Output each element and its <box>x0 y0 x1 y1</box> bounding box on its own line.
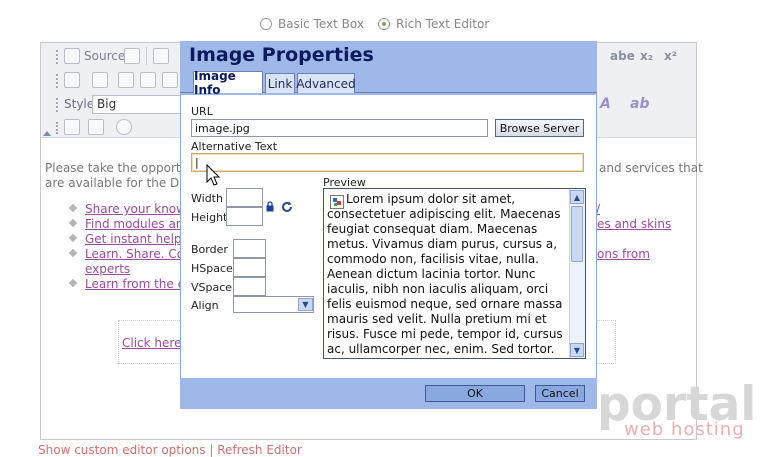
mouse-cursor-icon <box>206 164 221 186</box>
chevron-down-icon[interactable]: ▼ <box>298 298 313 311</box>
blockquote-icon[interactable] <box>162 72 178 88</box>
click-here-link[interactable]: Click here <box>122 336 181 351</box>
hspace-label: HSpace <box>191 262 233 275</box>
browse-server-button[interactable]: Browse Server <box>495 119 584 137</box>
scroll-up-icon[interactable]: ▲ <box>570 190 584 204</box>
toolbar-grip[interactable] <box>56 50 62 64</box>
style-label: Style <box>64 97 95 111</box>
content-link[interactable]: Learn from the ex <box>85 277 192 292</box>
rich-text-editor-radio[interactable] <box>377 18 390 30</box>
basic-textbox-radio[interactable] <box>260 18 272 30</box>
new-page-icon[interactable] <box>153 48 169 64</box>
subscript-button[interactable]: x₂ <box>640 49 653 63</box>
portal-logo-subtitle: web hosting <box>624 419 745 440</box>
show-blocks-icon[interactable] <box>88 119 104 135</box>
numbered-list-icon[interactable] <box>64 72 80 88</box>
source-icon <box>64 48 80 64</box>
content-link-right[interactable]: es and skins <box>597 217 671 232</box>
border-label: Border <box>191 243 228 256</box>
collapse-toolbar-icon[interactable] <box>43 131 51 136</box>
toolbar-separator <box>146 47 147 65</box>
content-link-right[interactable]: ons from <box>597 247 650 262</box>
intro-text-line-2: are available for the DotN <box>45 176 201 190</box>
url-input[interactable]: image.jpg <box>191 119 488 137</box>
url-label: URL <box>191 105 213 118</box>
content-link[interactable]: Share your knowl <box>85 202 189 217</box>
preview-text: Lorem ipsum dolor sit amet, consectetuer… <box>327 192 563 358</box>
width-label: Width <box>191 192 223 205</box>
editor-mode-selector: Basic Text Box Rich Text Editor <box>260 15 497 33</box>
height-input[interactable] <box>226 207 263 226</box>
maximize-icon[interactable] <box>64 119 80 135</box>
alternative-text-input[interactable]: | <box>191 153 584 172</box>
reset-size-icon[interactable] <box>280 200 294 214</box>
content-link[interactable]: Find modules an <box>85 217 183 232</box>
width-input[interactable] <box>226 188 263 207</box>
scroll-thumb[interactable] <box>571 206 583 262</box>
border-input[interactable] <box>233 239 266 258</box>
lock-ratio-icon[interactable] <box>265 201 275 212</box>
toolbar-grip[interactable] <box>56 122 62 134</box>
scroll-down-icon[interactable]: ▼ <box>570 343 584 357</box>
content-link[interactable]: Get instant help! <box>85 232 186 247</box>
tab-image-info[interactable]: Image Info <box>193 69 263 97</box>
vspace-input[interactable] <box>233 277 266 296</box>
dialog-title: Image Properties <box>189 44 374 66</box>
style-dropdown[interactable]: Big <box>92 95 184 114</box>
bulleted-list-icon[interactable] <box>92 72 108 88</box>
source-label: Source <box>84 49 126 63</box>
basic-textbox-label[interactable]: Basic Text Box <box>278 17 364 31</box>
superscript-button[interactable]: x² <box>664 49 677 63</box>
content-link[interactable]: Learn. Share. Co <box>85 247 184 262</box>
align-label: Align <box>191 299 219 312</box>
vspace-label: VSpace <box>191 281 233 294</box>
rich-text-editor-label[interactable]: Rich Text Editor <box>396 17 489 31</box>
editor-options-links[interactable]: Show custom editor options | Refresh Edi… <box>38 443 302 457</box>
tab-advanced[interactable]: Advanced <box>296 73 356 93</box>
alternative-text-label: Alternative Text <box>191 140 278 153</box>
hspace-input[interactable] <box>233 258 266 277</box>
indent-icon[interactable] <box>140 72 156 88</box>
cancel-button[interactable]: Cancel <box>535 385 585 402</box>
content-link[interactable]: experts <box>85 262 130 277</box>
tab-link[interactable]: Link <box>265 73 295 93</box>
source-button[interactable]: Source <box>64 46 125 66</box>
background-color-button[interactable]: ab <box>630 96 649 112</box>
toolbar-grip[interactable] <box>56 74 62 88</box>
outdent-icon[interactable] <box>118 72 134 88</box>
toolbar-grip[interactable] <box>56 98 62 112</box>
font-color-button[interactable]: A <box>600 96 611 112</box>
height-label: Height <box>191 211 228 224</box>
intro-text-line-1-right: and services that <box>599 161 703 175</box>
strikethrough-button[interactable]: abe <box>610 49 635 63</box>
ok-button[interactable]: OK <box>425 385 525 402</box>
intro-text-line-1: Please take the opportur <box>45 161 194 175</box>
about-icon[interactable] <box>116 119 132 135</box>
preview-page-icon[interactable] <box>124 48 140 64</box>
